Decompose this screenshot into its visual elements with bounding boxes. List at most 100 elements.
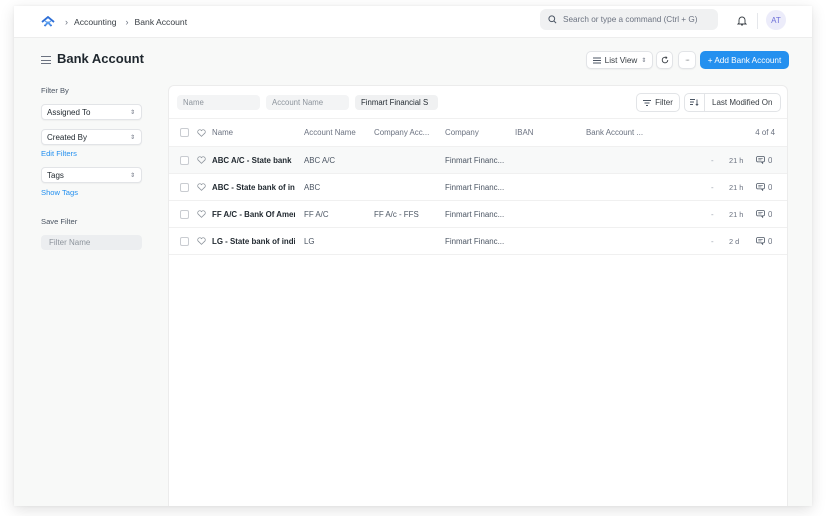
comment-icon: [756, 156, 765, 164]
search-input[interactable]: Search or type a command (Ctrl + G): [540, 9, 718, 30]
row-name[interactable]: FF A/C - Bank Of Amer: [212, 210, 295, 219]
more-options-button[interactable]: ···: [678, 51, 696, 69]
name-filter-input[interactable]: Name: [177, 95, 260, 110]
filter-button[interactable]: Filter: [636, 93, 680, 112]
navbar-divider: [757, 13, 758, 29]
sort-descending-icon: [690, 99, 699, 106]
page-title: Bank Account: [57, 51, 144, 66]
breadcrumb-accounting[interactable]: Accounting: [74, 17, 117, 27]
row-modified-time: 21 h: [729, 209, 744, 219]
created-by-select[interactable]: Created By ⇕: [41, 129, 142, 145]
row-modified-time: 21 h: [729, 155, 744, 165]
row-name[interactable]: ABC A/C - State bank: [212, 156, 295, 165]
row-name[interactable]: ABC - State bank of in: [212, 183, 295, 192]
row-comments[interactable]: 0: [756, 156, 772, 165]
row-checkbox[interactable]: [180, 236, 189, 246]
row-account-name: ABC: [304, 182, 321, 192]
row-modified-time: 2 d: [729, 236, 740, 246]
row-account-name: LG: [304, 236, 315, 246]
navbar: › Accounting › Bank Account Search or ty…: [14, 6, 812, 38]
comment-count: 0: [768, 155, 773, 165]
list-view-button[interactable]: List View ⇕: [586, 51, 653, 69]
sort-direction-button[interactable]: [685, 94, 705, 111]
list-view-label: List View: [604, 55, 638, 65]
add-bank-account-button[interactable]: + Add Bank Account: [700, 51, 789, 69]
chevron-right-icon: ›: [65, 16, 68, 27]
ellipsis-icon: ···: [685, 56, 690, 64]
column-header-bank-account-no[interactable]: Bank Account ...: [586, 128, 650, 137]
select-arrows-icon: ⇕: [641, 57, 647, 64]
row-status-dash: -: [711, 209, 714, 219]
assigned-to-select[interactable]: Assigned To ⇕: [41, 104, 142, 120]
bell-icon[interactable]: [735, 13, 749, 27]
row-status-dash: -: [711, 236, 714, 246]
tags-select[interactable]: Tags ⇕: [41, 167, 142, 183]
save-filter-label: Save Filter: [41, 217, 78, 226]
sort-control: Last Modified On: [684, 93, 781, 112]
select-arrows-icon: ⇕: [129, 172, 135, 179]
row-modified-time: 21 h: [729, 182, 744, 192]
select-arrows-icon: ⇕: [129, 109, 135, 116]
account-name-filter-input[interactable]: Account Name: [266, 95, 349, 110]
row-comments[interactable]: 0: [756, 237, 772, 246]
table-row[interactable]: LG - State bank of indi LG Finmart Finan…: [169, 228, 787, 255]
list-body: ABC A/C - State bank ABC A/C Finmart Fin…: [169, 147, 787, 255]
comment-icon: [756, 210, 765, 218]
comment-count: 0: [768, 236, 773, 246]
tags-label: Tags: [47, 170, 64, 180]
list-icon: [592, 57, 601, 64]
filter-bar: Name Account Name Finmart Financial S Fi…: [169, 86, 787, 119]
select-arrows-icon: ⇕: [129, 134, 135, 141]
app-logo-icon[interactable]: [40, 15, 56, 29]
heart-icon[interactable]: [197, 209, 207, 219]
comment-icon: [756, 237, 765, 245]
search-icon: [548, 15, 557, 24]
row-checkbox[interactable]: [180, 209, 189, 219]
row-checkbox[interactable]: [180, 182, 189, 192]
column-header-iban[interactable]: IBAN: [515, 128, 579, 137]
table-row[interactable]: FF A/C - Bank Of Amer FF A/C FF A/c - FF…: [169, 201, 787, 228]
table-row[interactable]: ABC - State bank of in ABC Finmart Finan…: [169, 174, 787, 201]
heart-icon[interactable]: [197, 155, 207, 165]
row-name[interactable]: LG - State bank of indi: [212, 237, 295, 246]
table-row[interactable]: ABC A/C - State bank ABC A/C Finmart Fin…: [169, 147, 787, 174]
row-company: Finmart Financ...: [445, 209, 505, 219]
created-by-label: Created By: [47, 132, 88, 142]
row-account-name: ABC A/C: [304, 155, 336, 165]
refresh-button[interactable]: [656, 51, 673, 69]
column-header-account-name[interactable]: Account Name: [304, 128, 368, 137]
heart-icon: [197, 128, 207, 138]
record-count: 4 of 4: [755, 128, 775, 137]
row-company: Finmart Financ...: [445, 236, 505, 246]
column-header-name[interactable]: Name: [212, 128, 295, 137]
row-company: Finmart Financ...: [445, 182, 505, 192]
company-filter-input[interactable]: Finmart Financial S: [355, 95, 438, 110]
search-placeholder: Search or type a command (Ctrl + G): [563, 15, 698, 24]
row-company-account: FF A/c - FFS: [374, 209, 419, 219]
row-account-name: FF A/C: [304, 209, 329, 219]
list-panel: Name Account Name Finmart Financial S Fi…: [168, 85, 788, 506]
sidebar-toggle-icon[interactable]: [41, 56, 51, 64]
heart-icon[interactable]: [197, 182, 207, 192]
app-window: › Accounting › Bank Account Search or ty…: [14, 6, 812, 506]
row-status-dash: -: [711, 155, 714, 165]
assigned-to-label: Assigned To: [47, 107, 91, 117]
heart-icon[interactable]: [197, 236, 207, 246]
filter-name-input[interactable]: Filter Name: [41, 235, 142, 250]
breadcrumb-bank-account[interactable]: Bank Account: [135, 17, 188, 27]
list-header: Name Account Name Company Acc... Company…: [169, 119, 787, 147]
column-header-company-account[interactable]: Company Acc...: [374, 128, 438, 137]
comment-count: 0: [768, 209, 773, 219]
sidebar: Filter By Assigned To ⇕ Created By ⇕ Edi…: [41, 84, 151, 250]
column-header-company[interactable]: Company: [445, 128, 509, 137]
show-tags-link[interactable]: Show Tags: [41, 188, 151, 197]
edit-filters-link[interactable]: Edit Filters: [41, 149, 151, 158]
select-all-checkbox[interactable]: [180, 128, 189, 137]
row-comments[interactable]: 0: [756, 183, 772, 192]
sort-by-button[interactable]: Last Modified On: [705, 98, 772, 107]
row-comments[interactable]: 0: [756, 210, 772, 219]
filter-label: Filter: [655, 98, 673, 107]
page-header: Bank Account List View ⇕ ··· + Add Bank …: [14, 38, 812, 84]
avatar[interactable]: AT: [766, 10, 786, 30]
row-checkbox[interactable]: [180, 155, 189, 165]
